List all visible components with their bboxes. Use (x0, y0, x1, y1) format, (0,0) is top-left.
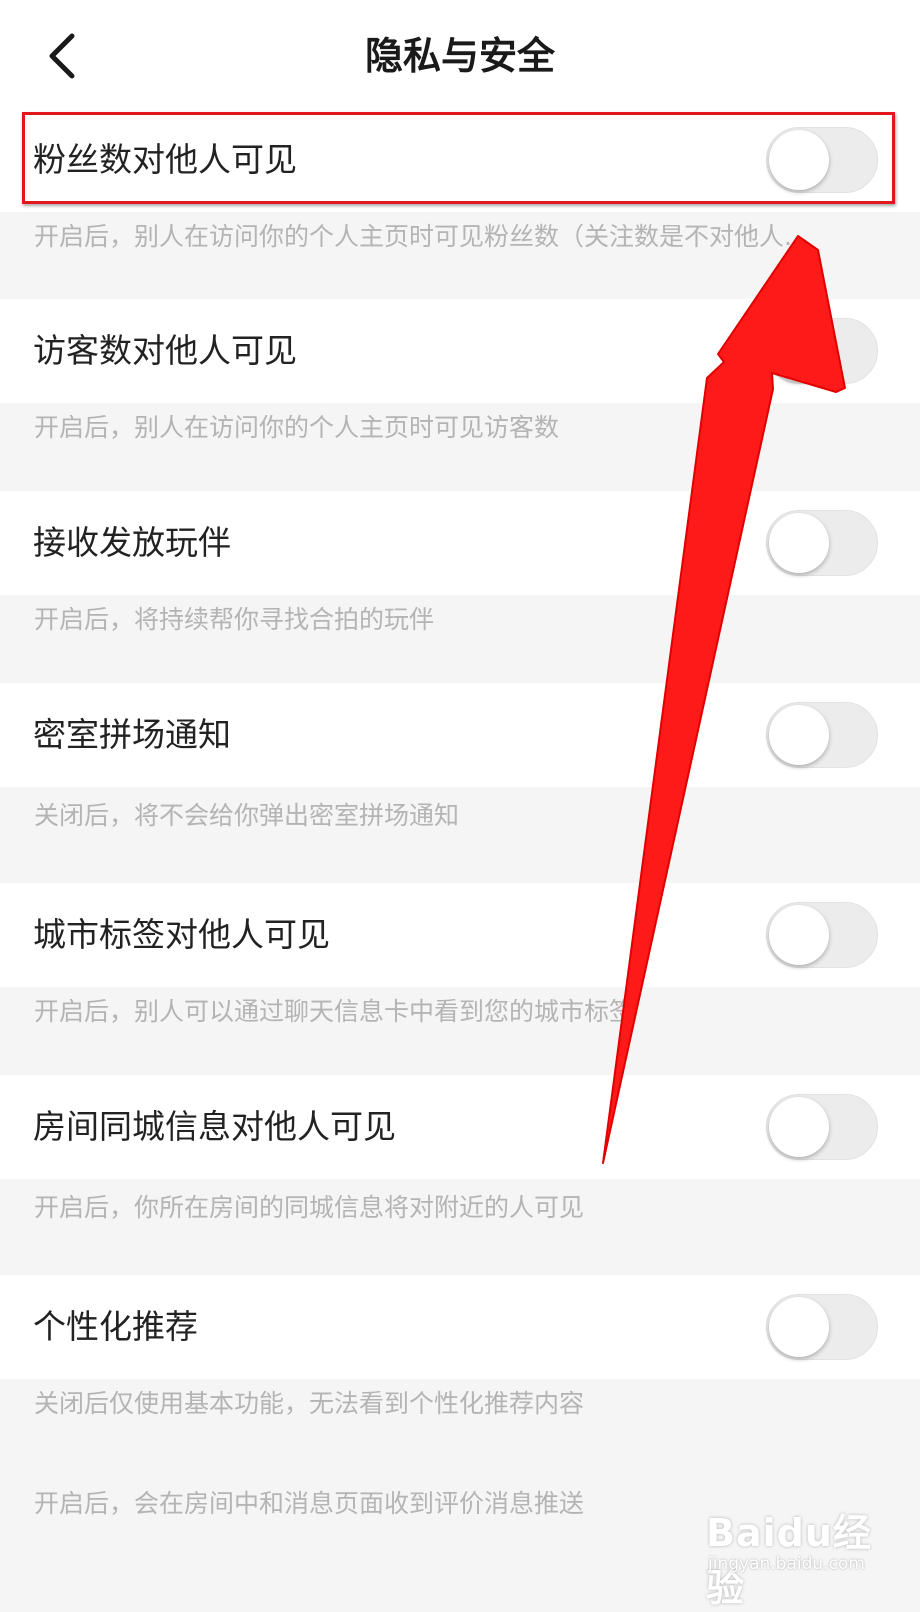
setting-row-follower-count: 粉丝数对他人可见 (0, 108, 920, 212)
setting-description: 开启后，将持续帮你寻找合拍的玩伴 (34, 605, 435, 634)
personalized-recommendation-toggle[interactable] (766, 1294, 878, 1360)
page-title: 隐私与安全 (364, 34, 555, 78)
setting-row-escape-room-notice: 密室拼场通知 (0, 683, 920, 787)
setting-row-city-tag: 城市标签对他人可见 (0, 883, 920, 987)
setting-label: 城市标签对他人可见 (33, 915, 330, 954)
playmate-toggle[interactable] (766, 510, 878, 576)
setting-description: 开启后，会在房间中和消息页面收到评价消息推送 (34, 1489, 585, 1518)
visitor-count-toggle[interactable] (766, 318, 878, 384)
toggle-knob (769, 513, 829, 573)
toggle-knob (769, 1297, 829, 1357)
setting-description: 关闭后仅使用基本功能，无法看到个性化推荐内容 (34, 1389, 585, 1418)
watermark-url: jingyan.baidu.com (708, 1554, 865, 1574)
setting-row-playmate: 接收发放玩伴 (0, 491, 920, 595)
top-bar: 隐私与安全 (0, 0, 920, 112)
setting-label: 粉丝数对他人可见 (33, 140, 297, 179)
setting-description: 关闭后，将不会给你弹出密室拼场通知 (34, 801, 460, 830)
setting-row-visitor-count: 访客数对他人可见 (0, 299, 920, 403)
toggle-knob (769, 321, 829, 381)
setting-label: 密室拼场通知 (33, 715, 231, 754)
setting-description: 开启后，别人可以通过聊天信息卡中看到您的城市标签 (34, 997, 635, 1026)
toggle-knob (769, 1097, 829, 1157)
setting-description: 开启后，别人在访问你的个人主页时可见粉丝数（关注数是不对他人... (34, 222, 808, 251)
city-tag-toggle[interactable] (766, 902, 878, 968)
follower-count-toggle[interactable] (766, 127, 878, 193)
setting-row-personalized-recommendation: 个性化推荐 (0, 1275, 920, 1379)
setting-description: 开启后，别人在访问你的个人主页时可见访客数 (34, 413, 560, 442)
toggle-knob (769, 705, 829, 765)
setting-description: 开启后，你所在房间的同城信息将对附近的人可见 (34, 1193, 585, 1222)
escape-room-notice-toggle[interactable] (766, 702, 878, 768)
room-city-info-toggle[interactable] (766, 1094, 878, 1160)
setting-label: 接收发放玩伴 (33, 523, 231, 562)
setting-label: 房间同城信息对他人可见 (33, 1107, 396, 1146)
setting-label: 个性化推荐 (33, 1307, 198, 1346)
setting-label: 访客数对他人可见 (33, 331, 297, 370)
toggle-knob (769, 130, 829, 190)
toggle-knob (769, 905, 829, 965)
setting-row-room-city-info: 房间同城信息对他人可见 (0, 1075, 920, 1179)
